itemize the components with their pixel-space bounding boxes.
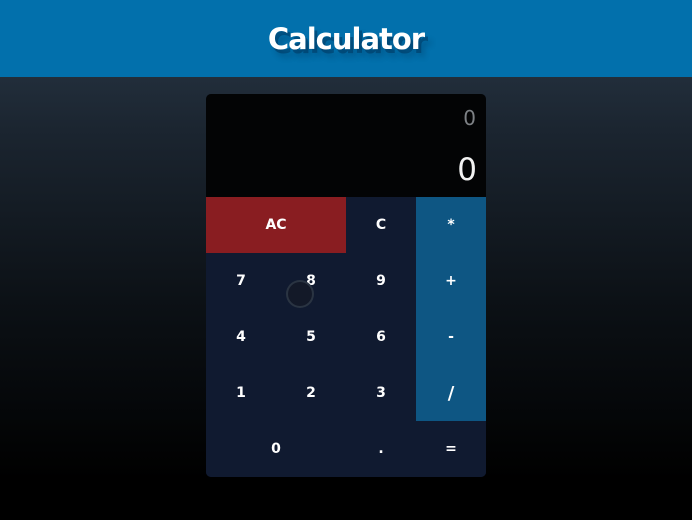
app-header: Calculator: [0, 0, 692, 77]
digit-6-button[interactable]: 6: [346, 309, 416, 365]
clear-button[interactable]: C: [346, 197, 416, 253]
subtract-button[interactable]: -: [416, 309, 486, 365]
digit-0-button[interactable]: 0: [206, 421, 346, 477]
mouse-cursor-indicator: [286, 280, 314, 308]
divide-button[interactable]: /: [416, 365, 486, 421]
app-title: Calculator: [267, 21, 425, 56]
calculator-display: 0 0: [206, 94, 486, 197]
digit-4-button[interactable]: 4: [206, 309, 276, 365]
current-operand: 0: [457, 152, 477, 188]
decimal-button[interactable]: .: [346, 421, 416, 477]
digit-9-button[interactable]: 9: [346, 253, 416, 309]
digit-5-button[interactable]: 5: [276, 309, 346, 365]
add-button[interactable]: +: [416, 253, 486, 309]
multiply-button[interactable]: *: [416, 197, 486, 253]
digit-2-button[interactable]: 2: [276, 365, 346, 421]
digit-3-button[interactable]: 3: [346, 365, 416, 421]
calculator: 0 0 AC C * 7 8 9 + 4 5 6 - 1 2 3 / 0 . =: [206, 94, 486, 477]
digit-7-button[interactable]: 7: [206, 253, 276, 309]
equals-button[interactable]: =: [416, 421, 486, 477]
previous-operand: 0: [463, 106, 476, 130]
digit-1-button[interactable]: 1: [206, 365, 276, 421]
all-clear-button[interactable]: AC: [206, 197, 346, 253]
